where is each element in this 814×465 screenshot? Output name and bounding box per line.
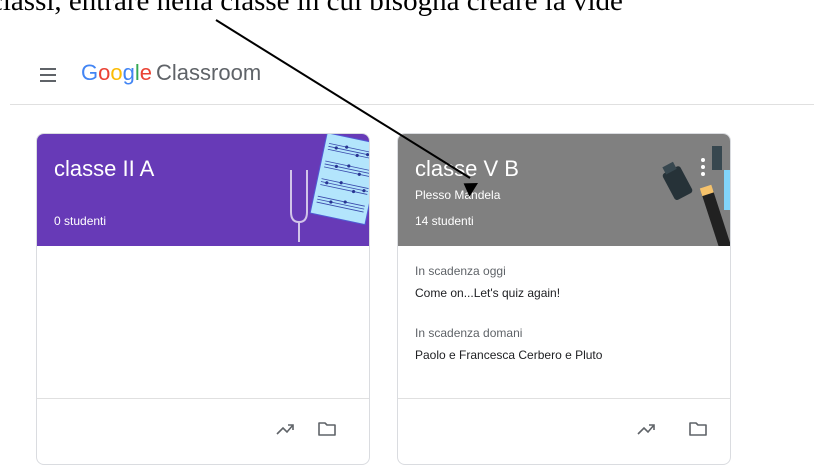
instruction-caption: classi, entrare nella classe in cui biso…	[0, 0, 623, 17]
app-bar: Google Classroom	[0, 45, 814, 105]
card-footer-divider	[37, 398, 369, 399]
logo-letter: G	[81, 60, 99, 85]
due-tomorrow-label: In scadenza domani	[415, 326, 523, 340]
student-count: 14 studenti	[415, 214, 474, 228]
product-name: Classroom	[156, 60, 262, 85]
class-card-header[interactable]: classe V B Plesso Mandela 14 studenti	[398, 134, 730, 246]
class-card-classe-ii-a[interactable]: classe II A 0 studenti	[36, 133, 370, 465]
folder-icon[interactable]	[688, 420, 708, 438]
logo-letter: o	[110, 60, 123, 85]
logo-letter: g	[122, 60, 135, 85]
class-section: Plesso Mandela	[415, 188, 501, 202]
card-footer-divider	[398, 398, 730, 399]
folder-icon[interactable]	[317, 420, 337, 438]
class-card-header[interactable]: classe II A 0 studenti	[37, 134, 369, 246]
class-title[interactable]: classe II A	[54, 156, 154, 182]
logo-letter: o	[98, 60, 111, 85]
due-today-label: In scadenza oggi	[415, 264, 506, 278]
app-bar-divider	[10, 104, 814, 105]
paint-brushes-illustration	[662, 146, 730, 246]
student-count: 0 studenti	[54, 214, 107, 228]
due-tomorrow-assignment[interactable]: Paolo e Francesca Cerbero e Pluto	[415, 348, 602, 362]
brand-logo[interactable]: Google Classroom	[81, 59, 261, 87]
due-today-assignment[interactable]: Come on...Let's quiz again!	[415, 286, 560, 300]
trending-up-icon[interactable]	[636, 420, 656, 438]
music-sheet-illustration	[290, 134, 369, 242]
more-vert-icon[interactable]	[700, 158, 706, 176]
logo-letter: e	[139, 60, 153, 85]
class-title[interactable]: classe V B	[415, 156, 519, 182]
class-card-classe-v-b[interactable]: classe V B Plesso Mandela 14 studenti In…	[397, 133, 731, 465]
trending-up-icon[interactable]	[275, 420, 295, 438]
hamburger-menu-icon[interactable]	[38, 63, 62, 87]
